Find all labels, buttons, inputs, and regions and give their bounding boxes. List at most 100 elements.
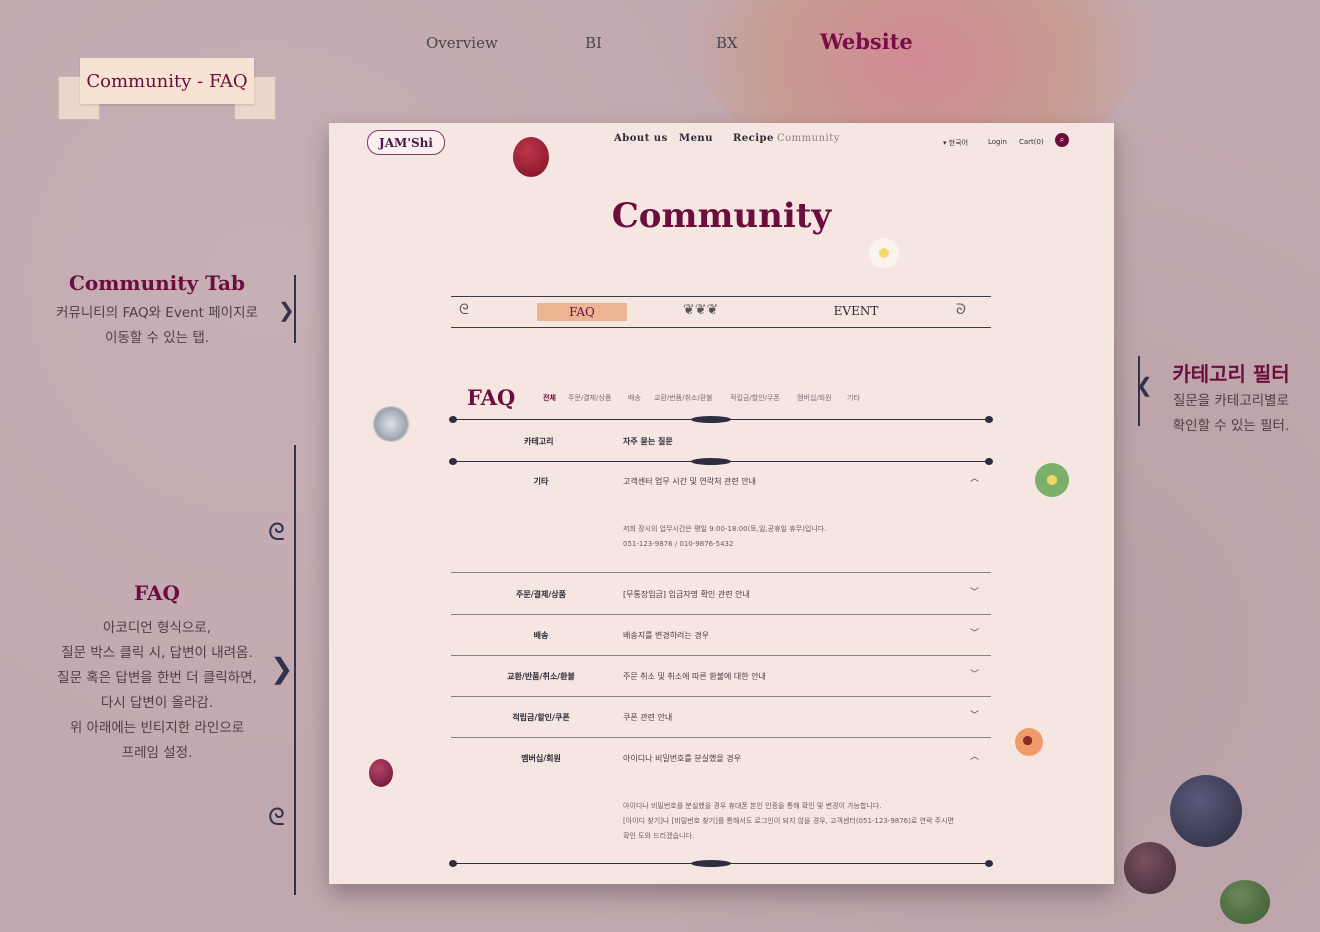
raspberry-illustration [1124,842,1176,894]
faq-row-category: 기타 [533,477,549,486]
faq-row-question: [무통장입금] 입금자명 확인 관련 안내 [623,590,750,599]
faq-row-category: 주문/결제/상품 [515,590,566,599]
annotation-filter-line: 확인할 수 있는 필터. [1172,418,1290,434]
vine-knot [691,458,731,465]
faq-row[interactable]: 기타 고객센터 업무 시간 및 연락처 관련 안내 ︿ [451,465,991,573]
site-nav-community[interactable]: Community [777,133,840,144]
site-logo[interactable]: JAM'Shi [367,130,445,155]
faq-answer-line: 확인 도와 드리겠습니다. [623,832,695,840]
chevron-up-icon[interactable]: ︿ [970,471,979,484]
chevron-down-icon[interactable]: ﹀ [970,585,979,598]
chevron-down-icon[interactable]: ﹀ [970,626,979,639]
plum-illustration [369,759,393,787]
tab-event[interactable]: EVENT [806,304,906,318]
vine-divider [449,860,993,867]
peach-slice-illustration [1015,728,1043,756]
white-flower-illustration [869,238,899,268]
faq-row[interactable]: 교환/반품/취소/환불 주문 취소 및 취소에 따른 환불에 대한 안내 ﹀ [451,655,991,697]
faq-row-question: 아이디나 비밀번호를 분실했을 경우 [623,754,742,763]
faq-row[interactable]: 멤버십/회원 아이디나 비밀번호를 분실했을 경우 ︿ [451,737,991,778]
faq-row-question: 고객센터 업무 시간 및 연락처 관련 안내 [623,477,757,486]
faq-row[interactable]: 적립금/할인/쿠폰 쿠폰 관련 안내 ﹀ [451,696,991,738]
faq-row-category: 적립금/할인/쿠폰 [512,713,570,722]
nav-overview[interactable]: Overview [426,34,498,52]
filter-etc[interactable]: 기타 [847,393,860,403]
vine-ornament-icon: ❦❦❦ [683,302,719,318]
vine-divider [449,416,993,423]
tab-faq[interactable]: FAQ [537,303,627,321]
column-header-category: 카테고리 [524,437,554,446]
login-link[interactable]: Login [988,138,1007,146]
faq-row-category: 교환/반품/취소/환불 [507,672,575,681]
community-tabs: ᘓ ᘐ FAQ ❦❦❦ EVENT [451,296,991,328]
nav-website[interactable]: Website [820,29,913,54]
green-berry-illustration [1220,880,1270,924]
annotation-faq-text: 아코디언 형식으로, 질문 박스 클릭 시, 답변이 내려옴. 질문 혹은 답변… [30,616,284,766]
faq-row-question: 배송지를 변경하려는 경우 [623,631,710,640]
vine-knot [691,416,731,423]
top-navigation: Overview BI BX Website [0,29,1320,58]
faq-row-question: 쿠폰 관련 안내 [623,713,673,722]
faq-row-category: 배송 [533,631,549,640]
vine-knot [691,860,731,867]
scroll-ornament-icon: ᘐ [956,302,966,318]
chevron-up-icon[interactable]: ︿ [970,749,979,762]
filter-all[interactable]: 전체 [543,393,556,403]
site-nav-about[interactable]: About us [614,133,668,144]
ribbon-title: Community - FAQ [80,58,254,104]
faq-answer-line: 아이디나 비밀번호를 분실했을 경우 휴대폰 본인 인증을 통해 확인 및 변경… [623,802,882,810]
filter-membership[interactable]: 멤버십/회원 [797,393,832,403]
blackberry-illustration [1170,775,1242,847]
faq-row-question: 주문 취소 및 취소에 따른 환불에 대한 안내 [623,672,766,681]
annotation-filter-text: 질문을 카테고리별로 확인할 수 있는 필터. [1160,389,1302,439]
section-ribbon: Community - FAQ [58,58,276,122]
annotation-tab-line: 이동할 수 있는 탭. [104,330,210,346]
faq-answer-line: 저희 장시의 업무시간은 평일 9:00-18:00(토,일,공휴일 휴무)입니… [623,525,827,533]
annotation-filter-line: 질문을 카테고리별로 [1172,393,1290,409]
annotation-tab-text: 커뮤니티의 FAQ와 Event 페이지로 이동할 수 있는 탭. [40,301,274,351]
site-nav-recipe[interactable]: Recipe [733,133,774,144]
chevron-down-icon[interactable]: ﹀ [970,667,979,680]
website-mockup: JAM'Shi About us Menu Recipe Community ▾… [329,123,1114,884]
annotation-faq-line: 위 아래에는 빈티지한 라인으로 [69,720,245,736]
faq-answer[interactable]: 아이디나 비밀번호를 분실했을 경우 휴대폰 본인 인증을 통해 확인 및 변경… [623,799,954,844]
faq-row[interactable]: 주문/결제/상품 [무통장입금] 입금자명 확인 관련 안내 ﹀ [451,573,991,615]
annotation-faq-line: 프레임 설정. [121,745,193,761]
arrow-ornament-icon: ❯ [278,298,295,322]
faq-heading: FAQ [467,385,516,410]
annotation-faq-line: 질문 혹은 답변을 한번 더 클릭하면, [57,670,257,686]
bracket-ornament-faq [294,445,296,895]
annotation-tab-line: 커뮤니티의 FAQ와 Event 페이지로 [56,305,258,321]
chevron-down-icon[interactable]: ﹀ [970,708,979,721]
swirl-ornament-icon: ᘓ [268,518,285,546]
filter-coupon[interactable]: 적립금/할인/쿠폰 [730,393,780,403]
faq-row[interactable]: 배송 배송지를 변경하려는 경우 ﹀ [451,614,991,656]
filter-order[interactable]: 주문/결제/상품 [568,393,611,403]
language-select[interactable]: ▾ 한국어 [943,138,968,148]
tab-frame-top-line [451,296,991,297]
filter-exchange[interactable]: 교환/반품/취소/환불 [654,393,713,403]
annotation-faq-line: 질문 박스 클릭 시, 답변이 내려옴. [61,645,253,661]
flower-illustration [513,137,549,177]
tab-frame-bottom-line [451,327,991,328]
faq-answer-line: 051-123-9876 / 010-9876-5432 [623,540,734,548]
annotation-filter-title: 카테고리 필터 [1172,362,1290,386]
vine-divider [449,458,993,465]
faq-answer-line: [아이디 찾기]나 [비밀번호 찾기]를 통해서도 로그인이 되지 않을 경우,… [623,817,954,825]
cart-link[interactable]: Cart(0) [1019,138,1044,146]
filter-delivery[interactable]: 배송 [628,393,641,403]
site-nav-menu[interactable]: Menu [679,133,713,144]
arrow-ornament-icon: ❮ [1136,373,1153,397]
annotation-faq-line: 다시 답변이 올라감. [100,695,214,711]
annotation-faq-title: FAQ [134,581,180,605]
faq-answer[interactable]: 저희 장시의 업무시간은 평일 9:00-18:00(토,일,공휴일 휴무)입니… [623,522,826,552]
annotation-faq-line: 아코디언 형식으로, [103,620,211,636]
column-header-question: 자주 묻는 질문 [623,437,673,446]
search-icon[interactable]: ⌕ [1055,133,1069,147]
nav-bx[interactable]: BX [716,34,738,52]
faq-row-category: 멤버십/회원 [521,754,561,763]
daisy-illustration [1035,463,1069,497]
swirl-ornament-icon: ᘓ [268,803,285,831]
page-title: Community [611,196,832,236]
nav-bi[interactable]: BI [585,34,602,52]
